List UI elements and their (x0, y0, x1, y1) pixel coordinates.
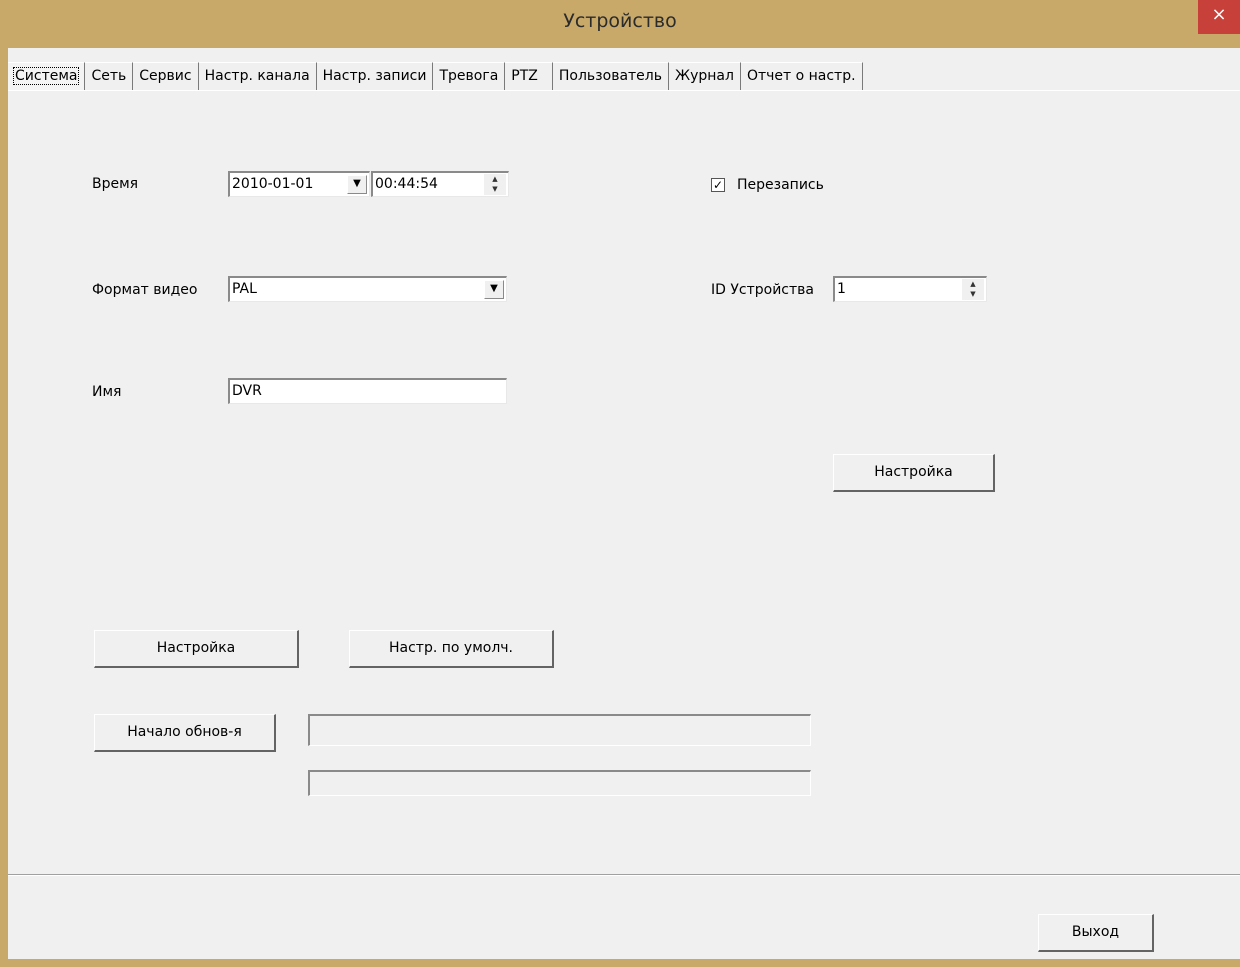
video-format-select[interactable]: PAL ▼ (228, 276, 507, 302)
name-value: DVR (232, 383, 262, 399)
device-id-field[interactable]: 1 ▲ ▼ (833, 276, 987, 302)
tab-network[interactable]: Сеть (85, 62, 134, 90)
time-label: Время (92, 176, 139, 192)
overwrite-label: Перезапись (737, 177, 824, 193)
check-icon: ✓ (712, 178, 724, 192)
date-value: 2010-01-01 (232, 176, 314, 192)
name-label: Имя (92, 384, 122, 400)
video-format-value: PAL (232, 281, 257, 297)
time-spinner[interactable]: ▲ ▼ (484, 174, 506, 195)
start-upgrade-button[interactable]: Начало обнов-я (94, 714, 276, 752)
overwrite-checkbox[interactable]: ✓ (711, 178, 725, 192)
spin-up-icon[interactable]: ▲ (962, 279, 984, 289)
tab-strip: Система Сеть Сервис Настр. канала Настр.… (8, 62, 863, 90)
chevron-down-icon: ▼ (353, 178, 361, 189)
window-title: Устройство (563, 10, 677, 32)
tab-log[interactable]: Журнал (669, 62, 741, 90)
tab-alarm[interactable]: Тревога (433, 62, 506, 90)
tab-record-settings[interactable]: Настр. записи (316, 62, 434, 90)
date-dropdown-button[interactable]: ▼ (347, 175, 367, 194)
tab-settings-report[interactable]: Отчет о настр. (740, 62, 863, 90)
time-field[interactable]: 00:44:54 ▲ ▼ (371, 171, 509, 197)
title-bar: Устройство × (0, 0, 1240, 48)
tab-ptz[interactable]: PTZ (505, 62, 553, 90)
device-window: Устройство × Система Сеть Сервис Настр. … (0, 0, 1240, 967)
tab-system[interactable]: Система (8, 62, 86, 90)
close-icon: × (1211, 4, 1227, 25)
tab-user[interactable]: Пользователь (552, 62, 669, 90)
upgrade-progress-bar (308, 770, 811, 796)
time-value: 00:44:54 (375, 176, 438, 192)
dialog-body: Система Сеть Сервис Настр. канала Настр.… (8, 48, 1240, 959)
spin-down-icon[interactable]: ▼ (962, 289, 984, 299)
setup-button-right[interactable]: Настройка (833, 454, 995, 492)
device-id-value: 1 (837, 281, 846, 297)
spin-up-icon[interactable]: ▲ (484, 174, 506, 184)
device-id-label: ID Устройства (711, 282, 814, 298)
footer-divider (8, 874, 1240, 876)
exit-button[interactable]: Выход (1038, 914, 1154, 952)
device-id-spinner[interactable]: ▲ ▼ (962, 279, 984, 300)
chevron-down-icon: ▼ (490, 283, 498, 294)
tab-channel-settings[interactable]: Настр. канала (198, 62, 317, 90)
name-input[interactable]: DVR (228, 378, 507, 404)
video-format-label: Формат видео (92, 282, 198, 298)
spin-down-icon[interactable]: ▼ (484, 184, 506, 194)
upgrade-path-field[interactable] (308, 714, 811, 746)
video-format-dropdown-button[interactable]: ▼ (484, 280, 504, 299)
tab-divider (8, 90, 1240, 91)
close-button[interactable]: × (1198, 0, 1240, 34)
setup-button[interactable]: Настройка (94, 630, 299, 668)
defaults-button[interactable]: Настр. по умолч. (349, 630, 554, 668)
date-picker[interactable]: 2010-01-01 ▼ (228, 171, 370, 197)
tab-service[interactable]: Сервис (133, 62, 199, 90)
